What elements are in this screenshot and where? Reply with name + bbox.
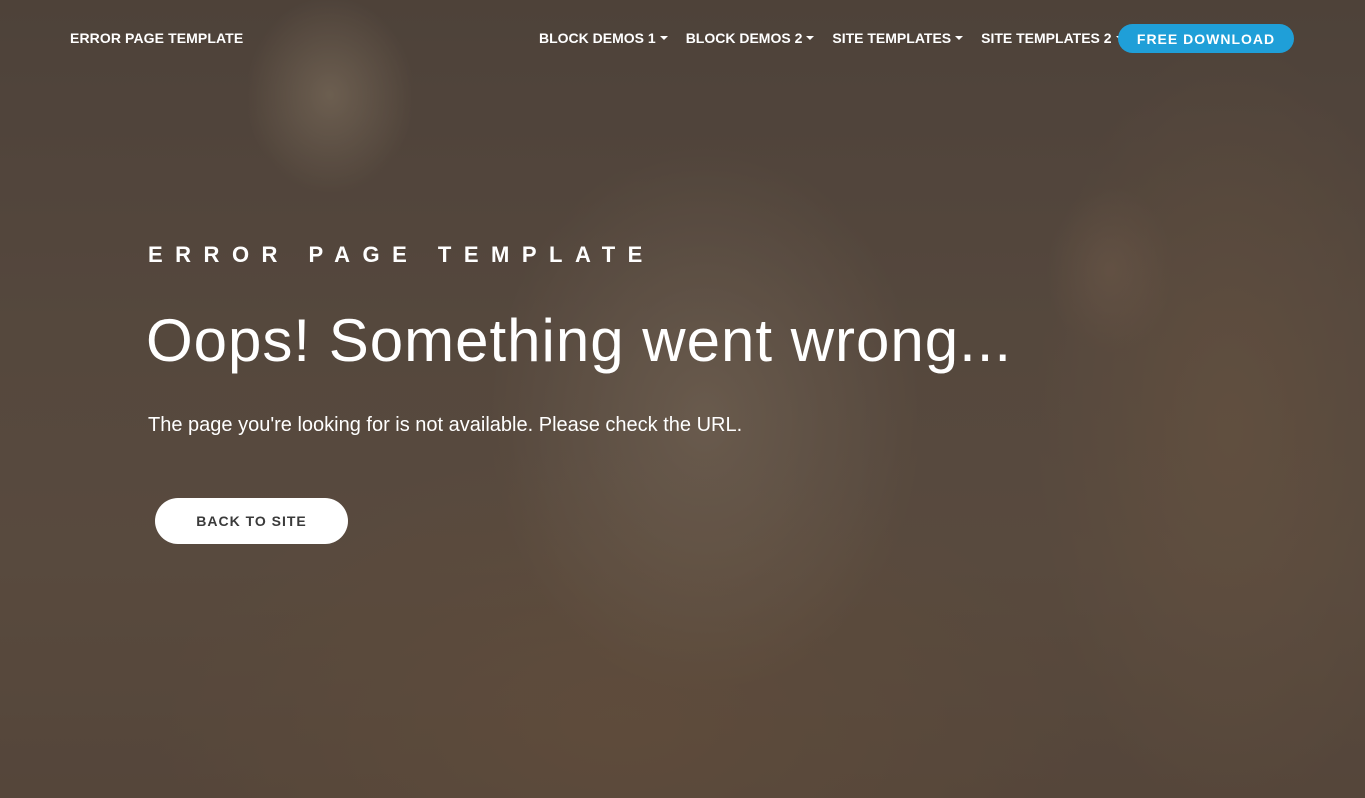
nav-item-site-templates[interactable]: SITE TEMPLATES	[832, 30, 964, 46]
caret-down-icon	[955, 36, 964, 40]
nav-item-site-templates-2[interactable]: SITE TEMPLATES 2	[981, 30, 1124, 46]
free-download-button[interactable]: FREE DOWNLOAD	[1118, 24, 1294, 53]
nav-item-label: SITE TEMPLATES	[832, 30, 952, 46]
nav-item-block-demos-2[interactable]: BLOCK DEMOS 2	[686, 30, 815, 46]
nav-links: BLOCK DEMOS 1 BLOCK DEMOS 2 SITE TEMPLAT…	[539, 30, 1142, 46]
nav-item-label: SITE TEMPLATES 2	[981, 30, 1112, 46]
back-to-site-button[interactable]: BACK TO SITE	[155, 498, 348, 544]
nav-item-block-demos-1[interactable]: BLOCK DEMOS 1	[539, 30, 668, 46]
nav-item-label: BLOCK DEMOS 1	[539, 30, 656, 46]
caret-down-icon	[659, 36, 668, 40]
hero-headline: Oops! Something went wrong...	[146, 307, 1013, 374]
brand-link[interactable]: ERROR PAGE TEMPLATE	[70, 30, 243, 46]
hero-overlay	[0, 0, 1365, 798]
nav-item-label: BLOCK DEMOS 2	[685, 30, 803, 46]
caret-down-icon	[806, 36, 815, 40]
hero-subtext: The page you're looking for is not avail…	[148, 414, 743, 436]
navbar: ERROR PAGE TEMPLATE BLOCK DEMOS 1 BLOCK …	[0, 0, 1365, 78]
hero-eyebrow: ERROR PAGE TEMPLATE	[148, 242, 655, 267]
